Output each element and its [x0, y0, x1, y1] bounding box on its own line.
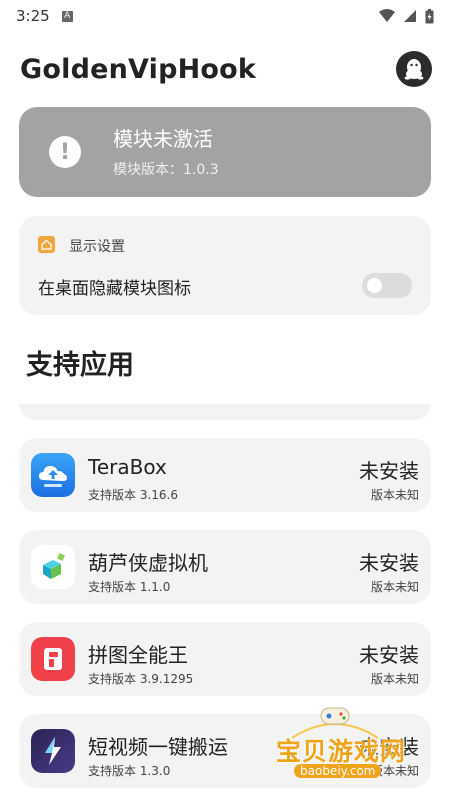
- qq-penguin-icon: [404, 59, 424, 80]
- exclamation-icon: !: [49, 136, 81, 168]
- app-version: 支持版本 3.16.6: [88, 488, 178, 502]
- module-status-card[interactable]: ! 模块未激活 模块版本：1.0.3: [19, 107, 431, 197]
- list-item[interactable]: 拼图全能王 支持版本 3.9.1295 未安装 版本未知: [19, 622, 431, 696]
- notification-icon: A: [61, 10, 73, 22]
- hide-icon-label: 在桌面隐藏模块图标: [38, 279, 191, 299]
- puzzle-icon: [31, 637, 75, 681]
- hide-icon-toggle[interactable]: [362, 273, 412, 298]
- install-status: 未安装: [359, 551, 419, 575]
- installed-version: 版本未知: [370, 488, 419, 502]
- app-version: 支持版本 1.3.0: [88, 764, 171, 778]
- app-name: 葫芦侠虚拟机: [88, 551, 208, 575]
- status-bar: 3:25 A: [0, 0, 450, 32]
- list-item-partial: [19, 404, 431, 420]
- install-status: 未安装: [359, 459, 419, 483]
- list-item[interactable]: 葫芦侠虚拟机 支持版本 1.1.0 未安装 版本未知: [19, 530, 431, 604]
- cell-signal-icon: [404, 10, 416, 22]
- app-name: 拼图全能王: [88, 643, 188, 667]
- app-version: 支持版本 3.9.1295: [88, 672, 194, 686]
- installed-version: 版本未知: [370, 764, 419, 778]
- install-status: 未安装: [359, 643, 419, 667]
- app-header: GoldenVipHook: [0, 44, 450, 94]
- app-title: GoldenVipHook: [20, 53, 257, 85]
- list-item[interactable]: 短视频一键搬运 支持版本 1.3.0 未安装 版本未知: [19, 714, 431, 788]
- module-status-title: 模块未激活: [113, 127, 213, 151]
- app-name: TeraBox: [88, 455, 167, 479]
- display-settings-card: 显示设置 在桌面隐藏模块图标: [19, 216, 431, 315]
- status-icons: [379, 8, 434, 24]
- bolt-icon: [31, 729, 75, 773]
- wifi-icon: [379, 9, 395, 22]
- supported-apps-title: 支持应用: [26, 350, 134, 381]
- terabox-cloud-icon: [31, 453, 75, 497]
- module-version: 模块版本：1.0.3: [113, 162, 219, 178]
- installed-version: 版本未知: [370, 580, 419, 594]
- install-status: 未安装: [359, 735, 419, 759]
- battery-icon: [425, 8, 434, 23]
- display-settings-title: 显示设置: [69, 239, 125, 255]
- qq-button[interactable]: [396, 51, 432, 87]
- toggle-knob: [367, 278, 382, 293]
- list-item[interactable]: TeraBox 支持版本 3.16.6 未安装 版本未知: [19, 438, 431, 512]
- home-icon: [38, 236, 55, 253]
- app-name: 短视频一键搬运: [88, 735, 228, 759]
- installed-version: 版本未知: [370, 672, 419, 686]
- app-version: 支持版本 1.1.0: [88, 580, 171, 594]
- cube-icon: [31, 545, 75, 589]
- status-time: 3:25: [16, 7, 50, 25]
